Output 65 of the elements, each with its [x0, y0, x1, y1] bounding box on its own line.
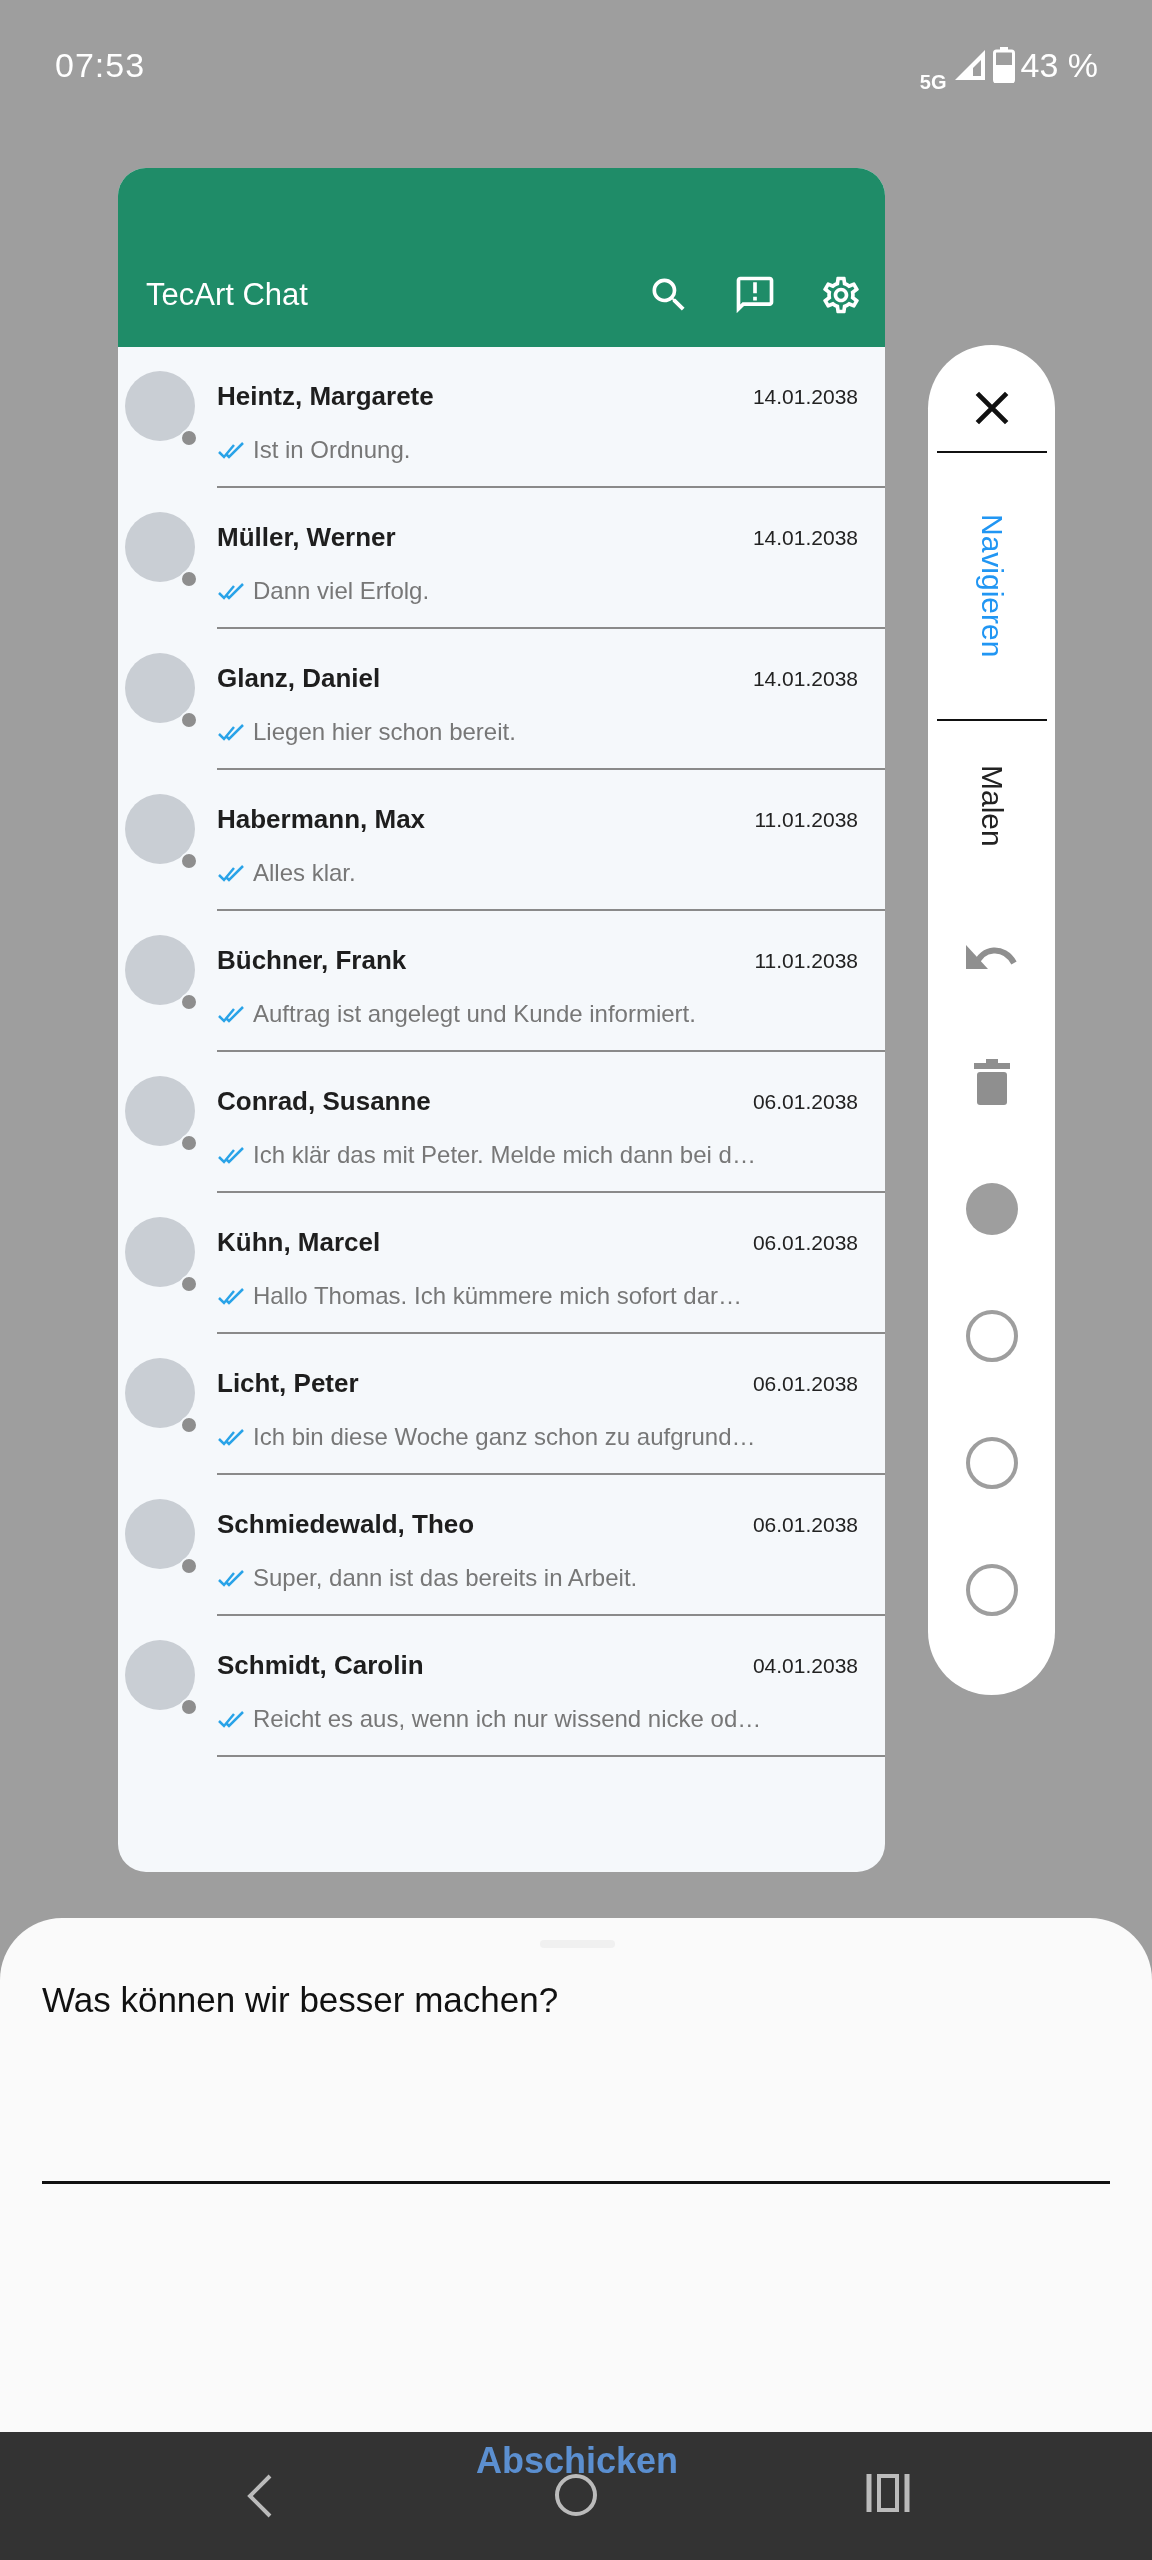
presence-dot — [180, 711, 198, 729]
presence-dot — [180, 570, 198, 588]
double-check-icon — [217, 1568, 247, 1588]
message-preview: Ich bin diese Woche ganz schon zu aufgrund… — [253, 1423, 756, 1451]
presence-dot — [180, 1557, 198, 1575]
presence-dot — [180, 852, 198, 870]
contact-name: Habermann, Max — [217, 804, 426, 835]
double-check-icon — [217, 1427, 247, 1447]
contact-name: Büchner, Frank — [217, 945, 407, 976]
feedback-question: Was können wir besser machen? — [42, 1979, 559, 2020]
home-icon[interactable] — [553, 2472, 599, 2518]
presence-dot — [180, 1698, 198, 1716]
message-preview: Reicht es aus, wenn ich nur wissend nicke od… — [253, 1705, 762, 1733]
message-date: 06.01.2038 — [752, 1512, 858, 1537]
double-check-icon — [217, 722, 247, 742]
presence-dot — [180, 1134, 198, 1152]
message-preview: Liegen hier schon bereit. — [253, 718, 516, 746]
message-date: 06.01.2038 — [752, 1089, 858, 1114]
app-title: TecArt Chat — [146, 276, 309, 314]
double-check-icon — [217, 863, 247, 883]
contact-name: Schmidt, Carolin — [217, 1650, 424, 1681]
double-check-icon — [217, 1145, 247, 1165]
presence-dot — [180, 1275, 198, 1293]
network-type: 5G — [919, 70, 947, 94]
contact-name: Schmiedewald, Theo — [217, 1509, 475, 1540]
brush-option[interactable] — [965, 1436, 1018, 1489]
message-preview: Auftrag ist angelegt und Kunde informiert. — [253, 1000, 696, 1028]
message-preview: Ich klär das mit Peter. Melde mich dann bei d… — [253, 1141, 756, 1169]
double-check-icon — [217, 581, 247, 601]
contact-name: Müller, Werner — [217, 522, 396, 553]
double-check-icon — [217, 1709, 247, 1729]
presence-dot — [180, 1416, 198, 1434]
message-date: 06.01.2038 — [752, 1230, 858, 1255]
contact-name: Conrad, Susanne — [217, 1086, 431, 1117]
presence-dot — [180, 993, 198, 1011]
recents-icon[interactable] — [866, 2472, 910, 2514]
double-check-icon — [217, 440, 247, 460]
contact-name: Glanz, Daniel — [217, 663, 381, 694]
trash-icon[interactable] — [973, 1058, 1010, 1105]
brush-option[interactable] — [965, 1563, 1018, 1616]
message-date: 04.01.2038 — [752, 1653, 858, 1678]
message-date: 06.01.2038 — [752, 1371, 858, 1396]
brush-option[interactable] — [965, 1309, 1018, 1362]
message-preview: Hallo Thomas. Ich kümmere mich sofort dar… — [253, 1282, 743, 1310]
double-check-icon — [217, 1286, 247, 1306]
double-check-icon — [217, 1004, 247, 1024]
message-preview: Alles klar. — [253, 859, 356, 887]
contact-name: Heintz, Margarete — [217, 381, 434, 412]
message-preview: Ist in Ordnung. — [253, 436, 411, 464]
battery-percentage: 43 % — [1020, 45, 1098, 85]
contact-name: Licht, Peter — [217, 1368, 359, 1399]
message-date: 11.01.2038 — [754, 807, 858, 832]
message-date: 11.01.2038 — [754, 948, 858, 973]
message-date: 14.01.2038 — [752, 525, 858, 550]
contact-name: Kühn, Marcel — [217, 1227, 381, 1258]
clock-time: 07:53 — [55, 45, 146, 85]
message-preview: Dann viel Erfolg. — [253, 577, 430, 605]
message-date: 14.01.2038 — [752, 666, 858, 691]
mode-tab[interactable]: Navigieren — [974, 453, 1009, 719]
submit-button[interactable]: Abschicken — [476, 2440, 679, 2482]
message-date: 14.01.2038 — [752, 384, 858, 409]
presence-dot — [180, 429, 198, 447]
battery-icon — [992, 47, 1015, 83]
message-preview: Super, dann ist das bereits in Arbeit. — [253, 1564, 638, 1592]
mode-tab[interactable]: Malen — [974, 721, 1009, 891]
